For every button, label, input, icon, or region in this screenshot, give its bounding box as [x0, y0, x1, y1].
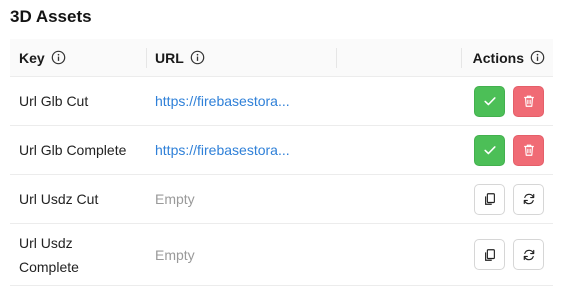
info-icon[interactable] — [530, 50, 545, 65]
url-empty: Empty — [155, 191, 195, 207]
actions-cell — [461, 183, 553, 215]
key-cell: Url Usdz Complete — [10, 231, 146, 279]
table-row: Url Usdz Cut Empty — [10, 175, 553, 224]
url-link[interactable]: https://firebasestora... — [155, 142, 290, 158]
header-url: URL — [146, 39, 336, 76]
url-cell: Empty — [146, 191, 336, 207]
url-cell: https://firebasestora... — [146, 93, 336, 109]
table-row: Url Usdz Complete Empty — [10, 224, 553, 286]
assets-panel: 3D Assets Key URL Actions Url Glb Cut ht… — [0, 0, 565, 297]
actions-cell — [461, 85, 553, 117]
info-icon[interactable] — [190, 50, 205, 65]
actions-cell — [461, 239, 553, 270]
copy-button[interactable] — [474, 183, 505, 215]
header-spacer — [336, 39, 461, 76]
url-link[interactable]: https://firebasestora... — [155, 93, 290, 109]
copy-icon — [484, 248, 495, 261]
refresh-icon — [523, 249, 534, 260]
header-url-label: URL — [155, 49, 184, 66]
delete-button[interactable] — [513, 85, 544, 117]
assets-table: Key URL Actions Url Glb Cut https://fire… — [10, 39, 553, 286]
trash-icon — [523, 144, 534, 156]
refresh-button[interactable] — [513, 239, 544, 270]
key-cell: Url Glb Complete — [19, 142, 127, 158]
table-header: Key URL Actions — [10, 39, 553, 77]
confirm-button[interactable] — [474, 85, 505, 117]
trash-icon — [523, 95, 534, 107]
copy-button[interactable] — [474, 239, 505, 270]
check-icon — [483, 146, 496, 155]
actions-cell — [461, 134, 553, 166]
key-line-1: Url Usdz — [19, 234, 73, 251]
url-cell: Empty — [146, 247, 336, 263]
header-actions: Actions — [461, 39, 553, 76]
table-row: Url Glb Cut https://firebasestora... — [10, 77, 553, 126]
table-row: Url Glb Complete https://firebasestora..… — [10, 126, 553, 175]
header-key: Key — [10, 39, 146, 76]
info-icon[interactable] — [51, 50, 66, 65]
confirm-button[interactable] — [474, 134, 505, 166]
delete-button[interactable] — [513, 134, 544, 166]
refresh-button[interactable] — [513, 183, 544, 215]
header-actions-label: Actions — [472, 49, 524, 66]
key-cell: Url Usdz Cut — [19, 191, 99, 207]
key-line-2: Complete — [19, 258, 79, 275]
section-title: 3D Assets — [10, 7, 92, 26]
refresh-icon — [523, 193, 534, 205]
key-cell: Url Glb Cut — [19, 93, 89, 109]
url-empty: Empty — [155, 246, 195, 263]
header-key-label: Key — [19, 49, 45, 66]
url-cell: https://firebasestora... — [146, 142, 336, 158]
check-icon — [483, 97, 496, 106]
copy-icon — [484, 193, 495, 205]
